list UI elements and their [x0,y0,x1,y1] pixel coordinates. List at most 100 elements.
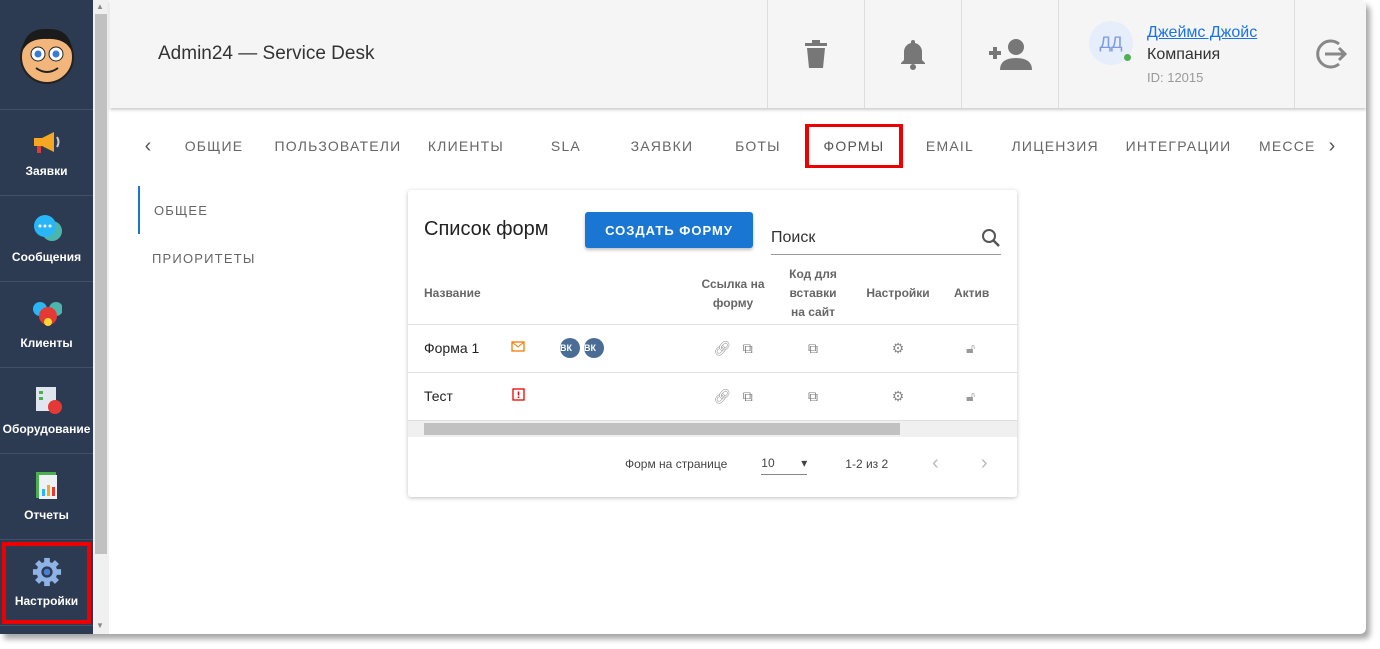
user-name-link[interactable]: Джеймс Джойс [1147,24,1257,42]
user-company: Компания [1147,45,1221,63]
form-name[interactable]: Тест [408,372,488,421]
page-title: Admin24 — Service Desk [158,43,375,64]
forms-table: Название Ссылка на форму Код для вставки… [408,264,1017,421]
tab-general[interactable]: ОБЩИЕ [166,124,262,168]
tab-email[interactable]: EMAIL [902,124,998,168]
megaphone-icon [32,128,62,156]
link-icon[interactable]: 🔗︎ [713,340,731,356]
app-window: Заявки Сообщения Клиенты Оборудование От… [0,0,1366,634]
scrollbar-thumb[interactable] [95,14,107,554]
col-active: Актив [938,264,1017,325]
user-id: ID: 12015 [1147,69,1204,85]
tab-clients[interactable]: КЛИЕНТЫ [414,124,518,168]
sidebar-item-label: Отчеты [24,507,69,522]
trash-button[interactable] [767,0,864,108]
tab-license[interactable]: ЛИЦЕНЗИЯ [998,124,1113,168]
logout-icon [1315,39,1347,69]
col-name: Название [408,264,488,325]
sidebar-item-tickets[interactable]: Заявки [0,110,93,196]
lock-icon[interactable]: 🔓︎ [938,324,1017,373]
avatar-face-icon [19,28,74,84]
logout-button[interactable] [1294,0,1366,108]
copy-code-icon[interactable]: ⧉ [768,324,858,373]
table-horizontal-scrollbar[interactable] [408,421,1017,437]
sidebar-item-reports[interactable]: Отчеты [0,454,93,540]
copy-icon[interactable]: ⧉ [743,340,753,356]
trash-icon [805,40,827,68]
tab-bots[interactable]: БОТЫ [710,124,806,168]
sidebar-item-equipment[interactable]: Оборудование [0,368,93,454]
tab-users[interactable]: ПОЛЬЗОВАТЕЛИ [262,124,414,168]
tab-messengers[interactable]: МЕССЕ [1245,124,1314,168]
tab-forms[interactable]: ФОРМЫ [804,124,903,168]
sidebar-item-settings[interactable]: Настройки [0,540,93,626]
link-icon[interactable]: 🔗︎ [713,388,731,404]
tab-integrations[interactable]: ИНТЕГРАЦИИ [1112,124,1244,168]
sidebar-item-label: Заявки [25,163,68,178]
search-placeholder: Поиск [771,229,816,246]
sub-navigation: ОБЩЕЕ ПРИОРИТЕТЫ [138,186,288,282]
tab-sla[interactable]: SLA [518,124,614,168]
header: Admin24 — Service Desk ДД Джеймс Джойс Ко… [110,0,1366,108]
settings-gear-icon[interactable]: ⚙ [858,324,938,373]
vk-icon[interactable]: ВК [560,338,580,358]
lock-icon[interactable]: 🔓︎ [938,372,1017,421]
add-user-icon [989,39,1032,70]
settings-tabs: ‹ ОБЩИЕ ПОЛЬЗОВАТЕЛИ КЛИЕНТЫ SLA ЗАЯВКИ … [130,124,1350,168]
sidebar-item-label: Клиенты [20,335,73,350]
gear-icon [32,557,62,586]
link-cell: 🔗︎ ⧉ [698,324,768,373]
sidebar-item-clients[interactable]: Клиенты [0,282,93,368]
sidebar-scrollbar[interactable]: ▲ ▼ [93,0,109,634]
tabs-next-icon[interactable]: › [1314,135,1350,158]
scrollbar-thumb[interactable] [424,423,900,435]
subnav-general[interactable]: ОБЩЕЕ [138,186,288,234]
per-page-select[interactable]: 10 ▾ [761,452,808,475]
per-page-value: 10 [761,456,775,470]
equipment-icon [32,386,62,414]
tab-tickets[interactable]: ЗАЯВКИ [614,124,710,168]
create-form-button[interactable]: СОЗДАТЬ ФОРМУ [585,212,753,248]
page-range: 1-2 из 2 [845,456,889,471]
col-code: Код для вставки на сайт [768,264,858,325]
search-icon [982,229,1000,247]
prev-page-icon[interactable]: ‹ [932,452,939,475]
vk-icon[interactable]: ВК [584,338,604,358]
link-cell: 🔗︎ ⧉ [698,372,768,421]
reports-icon [32,471,62,500]
sidebar-item-messages[interactable]: Сообщения [0,196,93,282]
online-status-icon [1124,54,1131,61]
table-pagination: Форм на странице 10 ▾ 1-2 из 2 ‹ › [408,452,1017,475]
per-page-label: Форм на странице [625,456,728,471]
bell-icon [901,40,925,70]
user-profile: ДД Джеймс Джойс Компания ID: 12015 [1058,0,1294,108]
avatar-initials: ДД [1099,33,1123,52]
add-user-button[interactable] [961,0,1058,108]
table-row[interactable]: Форма 1 ВК ВК 🔗︎ ⧉ ⧉ ⚙ 🔓︎ [408,324,1017,373]
email-icon [488,324,548,373]
sidebar-item-label: Оборудование [2,421,91,436]
table-row[interactable]: Тест 🔗︎ ⧉ ⧉ ⚙ 🔓︎ [408,372,1017,421]
sidebar-item-label: Сообщения [11,249,82,264]
sidebar: Заявки Сообщения Клиенты Оборудование От… [0,0,93,634]
alert-icon [488,372,548,421]
notifications-button[interactable] [864,0,961,108]
subnav-priorities[interactable]: ПРИОРИТЕТЫ [138,234,288,282]
clients-icon [32,300,62,328]
copy-icon[interactable]: ⧉ [743,388,753,404]
form-name[interactable]: Форма 1 [408,324,488,373]
sidebar-item-label: Настройки [14,593,79,608]
forms-list-card: Список форм СОЗДАТЬ ФОРМУ Поиск Название… [408,190,1017,497]
next-page-icon[interactable]: › [981,452,988,475]
user-avatar[interactable]: ДД [1089,21,1133,65]
tabs-prev-icon[interactable]: ‹ [130,135,166,158]
card-title: Список форм [424,218,549,240]
col-link: Ссылка на форму [698,264,768,325]
settings-gear-icon[interactable]: ⚙ [858,372,938,421]
logo[interactable] [0,0,93,110]
copy-code-icon[interactable]: ⧉ [768,372,858,421]
dropdown-arrow-icon: ▾ [801,456,808,470]
search-input[interactable]: Поиск [771,222,1001,255]
col-settings: Настройки [858,264,938,325]
chat-icon [32,214,62,242]
